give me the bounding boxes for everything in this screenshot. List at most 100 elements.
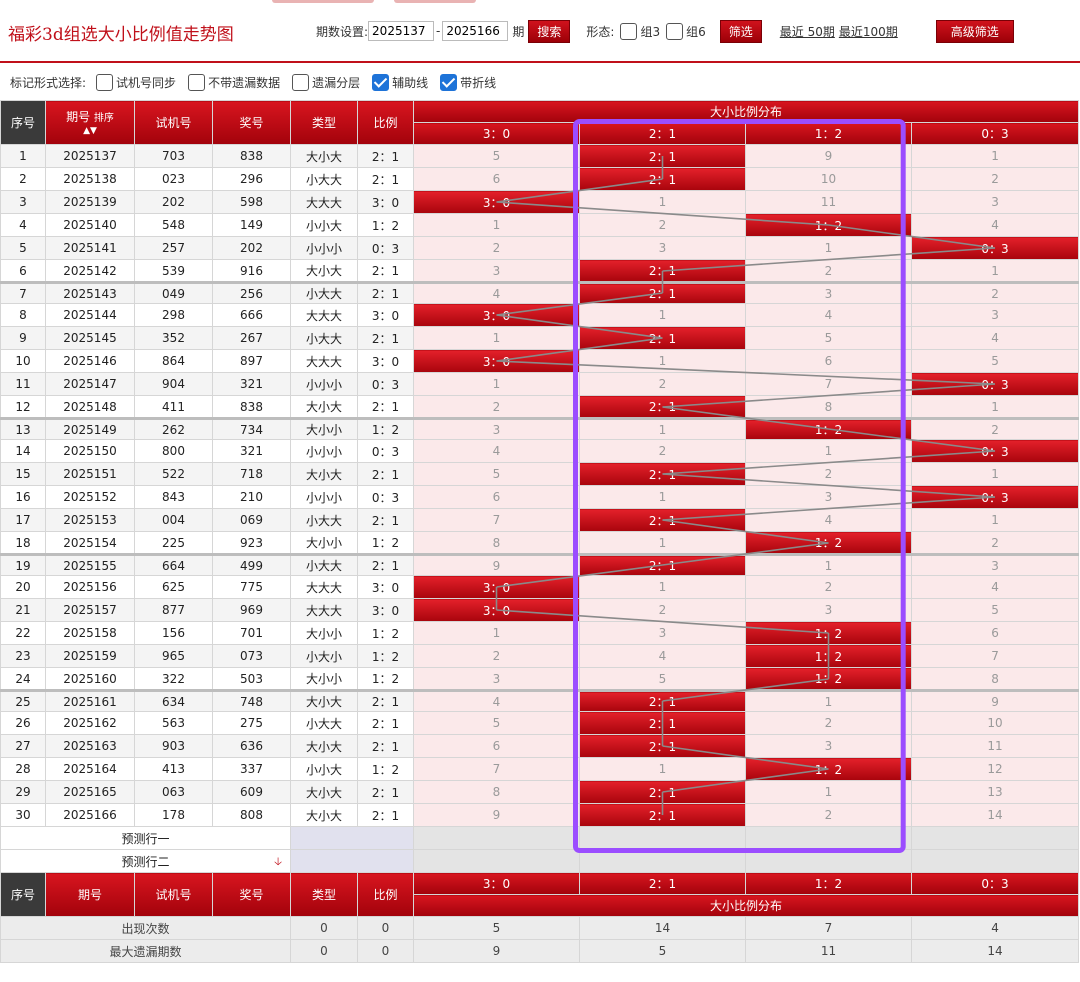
opt-no-miss-checkbox[interactable] bbox=[188, 73, 206, 91]
dist-miss-cell: 5 bbox=[413, 711, 580, 735]
predict-row-1-input[interactable] bbox=[290, 826, 414, 850]
dist-miss-cell: 6 bbox=[413, 167, 580, 191]
seq-cell: 6 bbox=[0, 259, 46, 283]
ratio-cell: 1：2 bbox=[357, 667, 414, 691]
recent-100-link[interactable]: 最近100期 bbox=[839, 23, 898, 40]
stats-value: 11 bbox=[745, 939, 912, 963]
dist-hit-cell: 1：2 bbox=[745, 667, 912, 691]
type-cell: 小小大 bbox=[290, 213, 358, 237]
dist-miss-cell: 6 bbox=[745, 349, 912, 373]
dist-miss-cell: 9 bbox=[413, 553, 580, 576]
dist-miss-cell: 9 bbox=[745, 144, 912, 168]
predict-cell[interactable] bbox=[745, 849, 912, 873]
predict-cell[interactable] bbox=[745, 826, 912, 850]
opt-trial-sync-label: 试机号同步 bbox=[116, 75, 177, 90]
opt-miss-layer-checkbox[interactable] bbox=[292, 73, 310, 91]
range-dash: - bbox=[436, 24, 441, 38]
dist-miss-cell: 4 bbox=[745, 303, 912, 327]
dist-hit-cell: 1：2 bbox=[745, 644, 912, 668]
group3-checkbox[interactable] bbox=[620, 22, 638, 40]
table-row: 16 2025152 843 210 小小小 0：3 6 1 3 0：3 bbox=[0, 485, 1080, 509]
dist-miss-cell: 5 bbox=[745, 326, 912, 350]
period-from-input[interactable] bbox=[368, 21, 435, 41]
prize-cell: 916 bbox=[212, 259, 291, 283]
dist-miss-cell: 14 bbox=[910, 803, 1080, 827]
header-type: 类型 bbox=[290, 100, 358, 145]
opt-aux-line-checkbox[interactable] bbox=[372, 73, 390, 91]
predict-cell[interactable] bbox=[579, 849, 746, 873]
seq-cell: 26 bbox=[0, 711, 46, 735]
dist-hit-cell: 2：1 bbox=[579, 711, 746, 735]
dist-miss-cell: 1 bbox=[579, 417, 746, 440]
stats-value: 7 bbox=[745, 916, 912, 940]
sort-arrow-icon[interactable]: ▲▼ bbox=[47, 126, 134, 136]
table-row: 2 2025138 023 296 小大大 2：1 6 2：1 10 2 bbox=[0, 167, 1080, 191]
arrow-down-icon[interactable]: 🡣 bbox=[274, 853, 282, 872]
group6-checkbox[interactable] bbox=[666, 22, 684, 40]
opt-trial-sync-checkbox[interactable] bbox=[96, 73, 114, 91]
ratio-cell: 2：1 bbox=[357, 780, 414, 804]
table-row: 3 2025139 202 598 大大大 3：0 3：0 1 11 3 bbox=[0, 190, 1080, 214]
table-row: 20 2025156 625 775 大大大 3：0 3：0 1 2 4 bbox=[0, 575, 1080, 599]
issue-cell: 2025148 bbox=[45, 395, 135, 419]
issue-cell: 2025156 bbox=[45, 575, 135, 599]
ratio-cell: 2：1 bbox=[357, 395, 414, 419]
period-to-input[interactable] bbox=[442, 21, 509, 41]
trial-cell: 904 bbox=[134, 372, 213, 396]
table-row: 23 2025159 965 073 小大小 1：2 2 4 1：2 7 bbox=[0, 644, 1080, 668]
opt-miss-layer-label: 遗漏分层 bbox=[312, 75, 361, 90]
predict-cell[interactable] bbox=[910, 826, 1080, 850]
dist-miss-cell: 6 bbox=[910, 621, 1080, 645]
sort-label[interactable]: 排序 bbox=[94, 113, 114, 124]
seq-cell: 25 bbox=[0, 689, 46, 712]
dist-miss-cell: 4 bbox=[910, 213, 1080, 237]
dist-hit-cell: 2：1 bbox=[579, 780, 746, 804]
dist-hit-cell: 2：1 bbox=[579, 281, 746, 304]
ratio-cell: 2：1 bbox=[357, 462, 414, 486]
ratio-cell: 2：1 bbox=[357, 259, 414, 283]
predict-cell[interactable] bbox=[579, 826, 746, 850]
header-issue[interactable]: 期号 排序 ▲▼ bbox=[45, 100, 135, 145]
search-button[interactable]: 搜索 bbox=[528, 19, 571, 43]
dist-miss-cell: 3 bbox=[910, 553, 1080, 576]
seq-cell: 15 bbox=[0, 462, 46, 486]
header-ratio: 比例 bbox=[357, 100, 414, 145]
prize-cell: 666 bbox=[212, 303, 291, 327]
footer-seq: 序号 bbox=[0, 872, 46, 917]
tab-stub[interactable] bbox=[272, 0, 374, 3]
dist-miss-cell: 4 bbox=[413, 689, 580, 712]
table-row: 29 2025165 063 609 大小大 2：1 8 2：1 1 13 bbox=[0, 780, 1080, 804]
type-cell: 大小小 bbox=[290, 531, 358, 555]
stats-value: 9 bbox=[413, 939, 580, 963]
opt-polyline-checkbox[interactable] bbox=[440, 73, 458, 91]
predict-row-2-input[interactable] bbox=[290, 849, 414, 873]
ratio-cell: 3：0 bbox=[357, 303, 414, 327]
issue-cell: 2025149 bbox=[45, 417, 135, 440]
dist-miss-cell: 10 bbox=[910, 711, 1080, 735]
predict-cell[interactable] bbox=[413, 826, 580, 850]
trial-cell: 548 bbox=[134, 213, 213, 237]
dist-hit-cell: 1：2 bbox=[745, 531, 912, 555]
table-row: 1 2025137 703 838 大小大 2：1 5 2：1 9 1 bbox=[0, 144, 1080, 168]
dist-miss-cell: 4 bbox=[413, 281, 580, 304]
stats-label: 最大遗漏期数 bbox=[0, 939, 291, 963]
footer-col-03: 0：3 bbox=[910, 872, 1080, 895]
table-row: 22 2025158 156 701 大小小 1：2 1 3 1：2 6 bbox=[0, 621, 1080, 645]
dist-hit-cell: 2：1 bbox=[579, 395, 746, 419]
table-row: 11 2025147 904 321 小小小 0：3 1 2 7 0：3 bbox=[0, 372, 1080, 396]
advanced-filter-button[interactable]: 高级筛选 bbox=[935, 19, 1014, 43]
period-label: 期数设置: bbox=[316, 24, 369, 39]
tab-stub[interactable] bbox=[394, 0, 476, 3]
dist-miss-cell: 11 bbox=[910, 734, 1080, 758]
stats-value: 5 bbox=[413, 916, 580, 940]
dist-miss-cell: 1 bbox=[579, 531, 746, 555]
recent-50-link[interactable]: 最近 50期 bbox=[780, 23, 835, 40]
issue-cell: 2025155 bbox=[45, 553, 135, 576]
dist-hit-cell: 3：0 bbox=[413, 303, 580, 327]
dist-miss-cell: 2 bbox=[910, 531, 1080, 555]
predict-cell[interactable] bbox=[413, 849, 580, 873]
table-row: 12 2025148 411 838 大小大 2：1 2 2：1 8 1 bbox=[0, 395, 1080, 419]
header-col-12: 1：2 bbox=[745, 122, 912, 145]
predict-cell[interactable] bbox=[910, 849, 1080, 873]
filter-button[interactable]: 筛选 bbox=[719, 19, 762, 43]
